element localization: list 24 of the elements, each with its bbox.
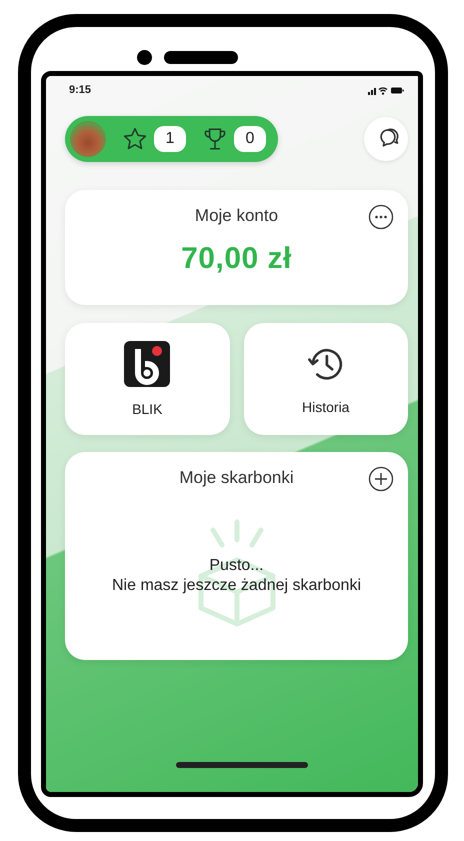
- blik-logo-icon: [124, 341, 170, 387]
- history-tile[interactable]: Historia: [244, 323, 408, 435]
- status-time: 9:15: [69, 84, 92, 96]
- piggy-banks-title: Moje skarbonki: [179, 468, 294, 488]
- status-icons: [368, 84, 404, 96]
- trophy-icon: [202, 126, 228, 152]
- camera-icon: [136, 50, 152, 64]
- more-button[interactable]: [368, 204, 394, 230]
- plus-icon: [368, 466, 394, 492]
- add-button[interactable]: [368, 466, 394, 492]
- star-count: 1: [154, 126, 186, 152]
- rewards-bar[interactable]: 1 0: [65, 116, 278, 162]
- empty-message: Nie masz jeszcze żadnej skarbonki: [112, 576, 361, 596]
- chat-button[interactable]: [364, 117, 408, 161]
- blik-tile[interactable]: BLIK: [65, 323, 230, 435]
- star-icon: [122, 126, 148, 152]
- speaker-icon: [164, 50, 238, 64]
- account-title: Moje konto: [194, 206, 278, 226]
- trophy-count: 0: [234, 126, 266, 152]
- account-card[interactable]: Moje konto 70,00 zł: [65, 190, 408, 305]
- avatar-photo-placeholder: [70, 121, 106, 157]
- empty-title: Pusto...: [209, 556, 264, 576]
- account-balance: 70,00 zł: [181, 242, 292, 276]
- more-icon: [368, 204, 394, 230]
